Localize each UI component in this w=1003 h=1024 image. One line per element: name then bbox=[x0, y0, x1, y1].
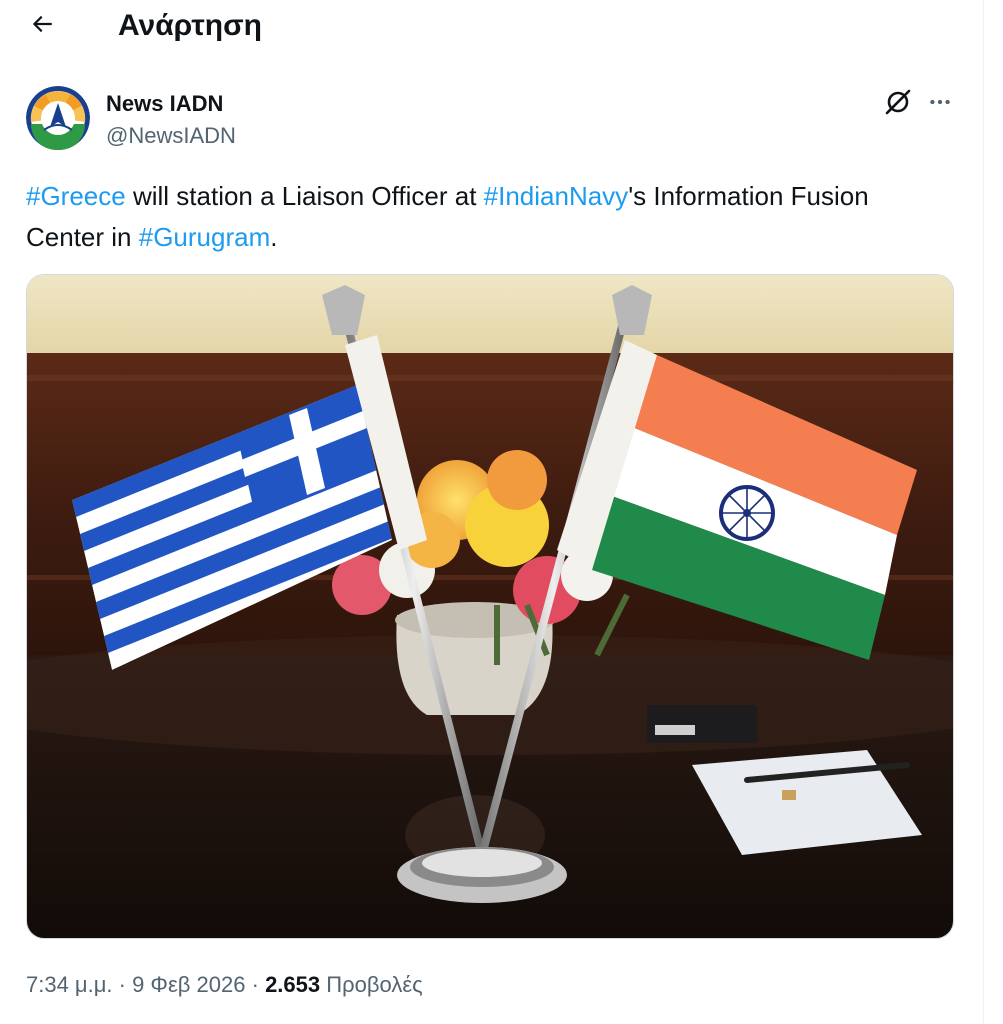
arrow-left-icon bbox=[29, 11, 55, 42]
tweet-media-photo[interactable] bbox=[26, 274, 954, 939]
news-iadn-logo bbox=[26, 86, 90, 150]
grok-button[interactable] bbox=[880, 86, 916, 122]
views-count: 2.653 bbox=[265, 972, 321, 997]
page-title: Ανάρτηση bbox=[118, 9, 262, 42]
tweet-text-segment: . bbox=[270, 222, 278, 252]
tweet-time[interactable]: 7:34 μ.μ. bbox=[26, 972, 113, 997]
tweet-meta: 7:34 μ.μ. · 9 Φεβ 2026 · 2.653 Προβολές bbox=[26, 968, 423, 1002]
hashtag-greece[interactable]: #Greece bbox=[26, 181, 126, 211]
author-display-name[interactable]: News IADN bbox=[106, 90, 223, 118]
views-label: Προβολές bbox=[326, 972, 423, 997]
hashtag-indiannavy[interactable]: #IndianNavy bbox=[484, 181, 629, 211]
tweet-date[interactable]: 9 Φεβ 2026 bbox=[132, 972, 245, 997]
author-handle[interactable]: @NewsIADN bbox=[106, 122, 236, 150]
meta-separator: · bbox=[112, 972, 133, 997]
more-horizontal-icon bbox=[927, 89, 953, 120]
tweet-author: News IADN @NewsIADN bbox=[26, 86, 956, 156]
meta-separator: · bbox=[245, 972, 266, 997]
grok-icon bbox=[883, 87, 913, 122]
column-divider bbox=[983, 0, 1003, 1024]
avatar[interactable] bbox=[26, 86, 90, 150]
tweet-text: #Greece will station a Liaison Officer a… bbox=[26, 176, 946, 258]
page-header: Ανάρτηση bbox=[0, 0, 983, 52]
tweet-text-segment: will station a Liaison Officer at bbox=[125, 181, 484, 211]
back-button[interactable] bbox=[22, 6, 62, 46]
more-button[interactable] bbox=[922, 86, 958, 122]
hashtag-gurugram[interactable]: #Gurugram bbox=[139, 222, 271, 252]
flags-photo bbox=[27, 275, 953, 938]
